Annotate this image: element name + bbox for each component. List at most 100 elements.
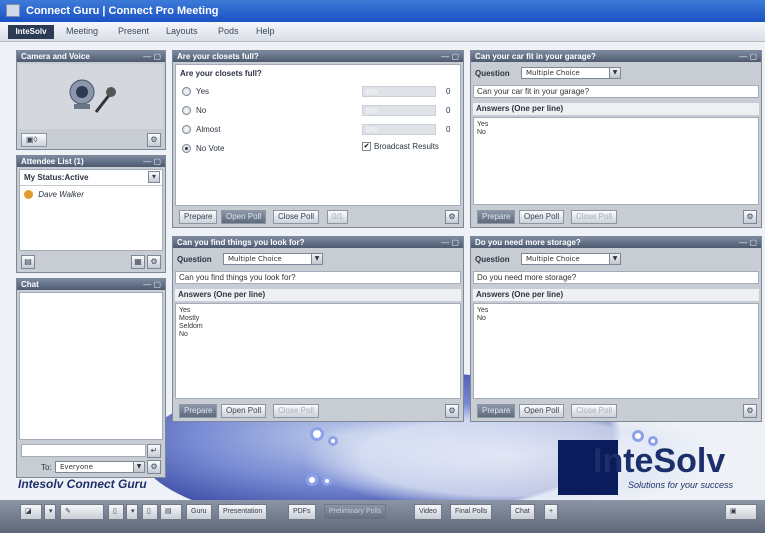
- send-icon[interactable]: ↵: [147, 444, 161, 458]
- status-dropdown-icon[interactable]: ▾: [148, 171, 160, 183]
- pod-header: Camera and Voice — ▢: [17, 51, 165, 62]
- poll-result-count: 0: [446, 125, 451, 134]
- prepare-button[interactable]: Prepare: [477, 210, 516, 224]
- menu-present[interactable]: Present: [118, 26, 149, 36]
- answers-textarea[interactable]: Yes No: [473, 117, 759, 205]
- webcam-mic-icon: [69, 79, 116, 113]
- answers-textarea[interactable]: Yes No: [473, 303, 759, 399]
- question-input[interactable]: Can your car fit in your garage?: [473, 85, 759, 98]
- menu-layouts[interactable]: Layouts: [166, 26, 198, 36]
- poll-option-label: No: [196, 106, 207, 115]
- pod-options-icon[interactable]: ⚙: [445, 404, 459, 418]
- chevron-down-icon: ▼: [609, 68, 620, 78]
- pod-options-icon[interactable]: ⚙: [147, 460, 161, 474]
- attendee-item[interactable]: Dave Walker: [24, 190, 84, 200]
- chevron-down-icon[interactable]: ▾: [126, 504, 138, 520]
- menu-meeting[interactable]: Meeting: [66, 26, 98, 36]
- menu-pods[interactable]: Pods: [218, 26, 239, 36]
- poll-option-radio[interactable]: [182, 125, 191, 134]
- menu-help[interactable]: Help: [256, 26, 275, 36]
- open-poll-button[interactable]: Open Poll: [221, 404, 267, 418]
- pod-title: Can you find things you look for?: [177, 238, 305, 247]
- chevron-down-icon: ▼: [311, 254, 322, 264]
- prepare-button[interactable]: Prepare: [179, 404, 218, 418]
- share-icon[interactable]: ◪: [20, 504, 42, 520]
- poll-option-radio[interactable]: [182, 87, 191, 96]
- pod-window-controls[interactable]: — ▢: [143, 51, 161, 62]
- my-status-label[interactable]: My Status:Active: [24, 173, 88, 182]
- chat-pod: Chat — ▢ ↵ To: Everyone ▼ ⚙: [16, 278, 166, 478]
- pod-window-controls[interactable]: — ▢: [143, 279, 161, 290]
- tab-final-polls[interactable]: Final Polls: [450, 504, 493, 520]
- prepare-button[interactable]: Prepare: [179, 210, 218, 224]
- question-input[interactable]: Can you find things you look for?: [175, 271, 461, 284]
- question-label: Question: [475, 69, 510, 78]
- camera-start-button[interactable]: ▣◊: [21, 133, 47, 147]
- chevron-down-icon: ▼: [609, 254, 620, 264]
- tab-video[interactable]: Video: [414, 504, 442, 520]
- pod-options-icon[interactable]: ⚙: [445, 210, 459, 224]
- chat-message-input[interactable]: [21, 444, 146, 457]
- question-type-select[interactable]: Multiple Choice ▼: [521, 67, 621, 79]
- close-poll-button[interactable]: Close Poll: [273, 210, 320, 224]
- layout-icon[interactable]: ▤: [160, 504, 182, 520]
- tab-presentation[interactable]: Presentation: [218, 504, 268, 520]
- pod-options-icon[interactable]: ⚙: [147, 133, 161, 147]
- app-window: Connect Guru | Connect Pro Meeting InteS…: [0, 0, 765, 533]
- broadcast-checkbox[interactable]: ✔: [362, 142, 371, 151]
- grid-view-icon[interactable]: ▦: [131, 255, 145, 269]
- pod-window-controls[interactable]: — ▢: [441, 237, 459, 248]
- pod-options-icon[interactable]: ⚙: [147, 255, 161, 269]
- pod-options-icon[interactable]: ⚙: [743, 210, 757, 224]
- camera-voice-pod: Camera and Voice — ▢ ▣◊ ⚙: [16, 50, 166, 150]
- camera-icon[interactable]: ▯: [142, 504, 158, 520]
- pod-window-controls[interactable]: — ▢: [739, 237, 757, 248]
- attendee-list-pod: Attendee List (1) — ▢ My Status:Active ▾…: [16, 155, 166, 273]
- attendee-list: My Status:Active ▾ Dave Walker: [19, 169, 163, 251]
- microphone-icon[interactable]: ▯: [108, 504, 124, 520]
- bottom-toolbar: ◪ ▾ ✎ ▯ ▾ ▯ ▤ Guru Presentation PDFs Pre…: [0, 500, 765, 533]
- question-type-select[interactable]: Multiple Choice ▼: [223, 253, 323, 265]
- tab-guru[interactable]: Guru: [186, 504, 212, 520]
- pod-title: Do you need more storage?: [475, 238, 581, 247]
- add-layout-button[interactable]: +: [544, 504, 559, 520]
- vote-count-display: 0/1: [327, 210, 349, 224]
- pod-header: Are your closets full? — ▢: [173, 51, 463, 62]
- menubar: InteSolv Meeting Present Layouts Pods He…: [0, 22, 765, 42]
- poll-option-label: No Vote: [196, 144, 225, 153]
- close-poll-button[interactable]: Close Poll: [571, 404, 618, 418]
- poll-result-count: 0: [446, 106, 451, 115]
- open-poll-button[interactable]: Open Poll: [519, 404, 565, 418]
- answers-textarea[interactable]: Yes Mostly Seldom No: [175, 303, 461, 399]
- fullscreen-icon[interactable]: ▣: [725, 504, 757, 520]
- chevron-down-icon[interactable]: ▾: [44, 504, 56, 520]
- tab-chat[interactable]: Chat: [510, 504, 535, 520]
- decor-bubble: [328, 436, 338, 446]
- open-poll-button[interactable]: Open Poll: [221, 210, 267, 224]
- question-type-select[interactable]: Multiple Choice ▼: [521, 253, 621, 265]
- poll-result-count: 0: [446, 87, 451, 96]
- tab-preliminary-polls[interactable]: Preliminary Polls: [324, 504, 387, 520]
- poll-option-radio[interactable]: [182, 106, 191, 115]
- tab-pdfs[interactable]: PDFs: [288, 504, 316, 520]
- chat-recipient-select[interactable]: Everyone ▼: [55, 461, 145, 473]
- poll-find-pod: Can you find things you look for? — ▢ Qu…: [172, 236, 464, 422]
- poll-results-area: Are your closets full? Yes 0% 0 No 0% 0 …: [175, 64, 461, 206]
- pod-window-controls[interactable]: — ▢: [143, 156, 161, 167]
- pod-window-controls[interactable]: — ▢: [739, 51, 757, 62]
- tools-icon[interactable]: ✎: [60, 504, 104, 520]
- close-poll-button[interactable]: Close Poll: [273, 404, 320, 418]
- question-input[interactable]: Do you need more storage?: [473, 271, 759, 284]
- close-poll-button[interactable]: Close Poll: [571, 210, 618, 224]
- poll-option-radio-selected[interactable]: [182, 144, 191, 153]
- chat-to-label: To:: [41, 463, 52, 472]
- pod-window-controls[interactable]: — ▢: [441, 51, 459, 62]
- open-poll-button[interactable]: Open Poll: [519, 210, 565, 224]
- pod-title: Attendee List (1): [21, 157, 84, 166]
- prepare-button[interactable]: Prepare: [477, 404, 516, 418]
- logo-text: InteSolv: [593, 442, 726, 480]
- window-titlebar: Connect Guru | Connect Pro Meeting: [0, 0, 765, 22]
- attendee-options-icon[interactable]: ▤: [21, 255, 35, 269]
- camera-area: [19, 64, 163, 129]
- pod-options-icon[interactable]: ⚙: [743, 404, 757, 418]
